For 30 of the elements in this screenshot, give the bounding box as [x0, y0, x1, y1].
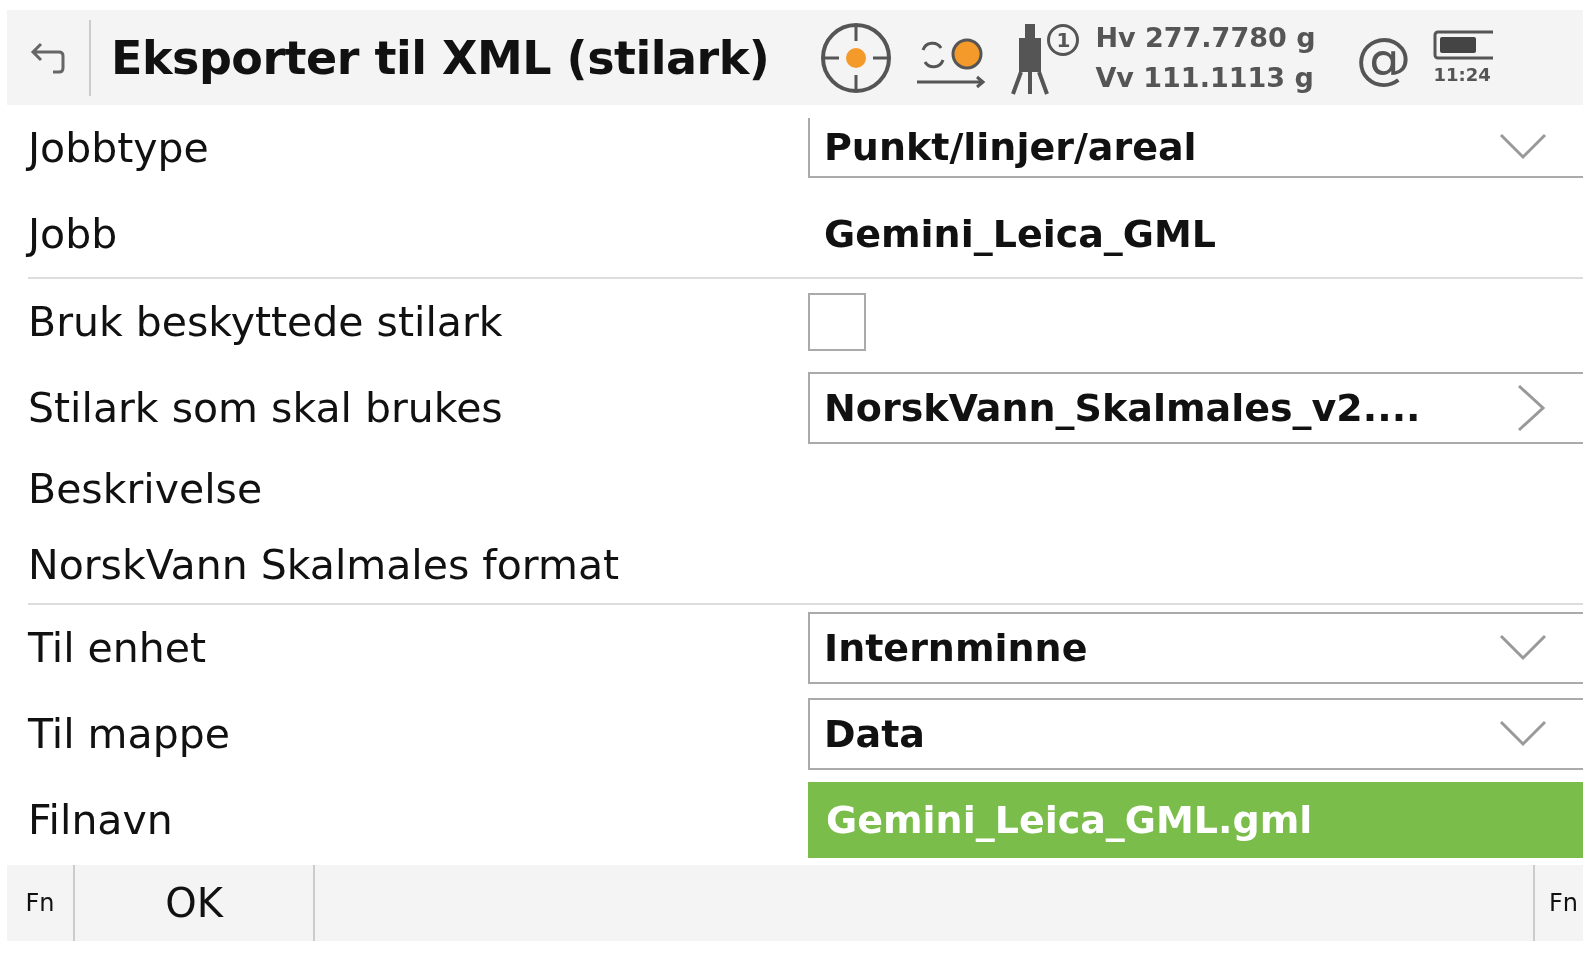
chevron-down-icon [1499, 634, 1547, 662]
description-text: NorskVann Skalmales format [27, 541, 621, 589]
field-label: Jobbtype [25, 124, 210, 172]
horizontal-angle: Hv 277.7780 g [1095, 20, 1316, 55]
dropdown[interactable]: Internminne [808, 612, 1583, 684]
checkbox[interactable] [808, 293, 866, 351]
ok-button[interactable]: OK [75, 865, 315, 941]
window-title: Eksporter til XML (stilark) [111, 30, 770, 85]
chevron-down-icon [1499, 720, 1547, 748]
field-label: Stilark som skal brukes [27, 384, 504, 432]
picker-field[interactable]: NorskVann_Skalmales_v2.... [808, 372, 1583, 444]
battery-icon [1433, 30, 1494, 60]
fn-button[interactable]: Fn [1533, 865, 1583, 941]
section-heading: Beskrivelse [27, 465, 264, 513]
at-symbol[interactable]: @ [1355, 27, 1412, 88]
field-label: Til mappe [27, 710, 231, 758]
fn-button[interactable]: Fn [7, 865, 75, 941]
vertical-angle: Vv 111.1113 g [1095, 60, 1315, 95]
chevron-down-icon [1499, 133, 1547, 161]
field-label: Til enhet [27, 624, 208, 672]
target-icon[interactable] [819, 20, 894, 95]
instrument-number: 1 [1047, 23, 1080, 56]
dropdown[interactable]: Punkt/linjer/areal [808, 118, 1583, 178]
clock-time: 11:24 [1433, 64, 1491, 85]
field-label: Filnavn [27, 796, 174, 844]
field-label: Jobb [25, 210, 119, 258]
field-value: Gemini_Leica_GML [823, 212, 1218, 256]
field-label: Bruk beskyttede stilark [27, 298, 504, 346]
chevron-right-icon [1517, 384, 1547, 432]
dropdown[interactable]: Data [808, 698, 1583, 770]
